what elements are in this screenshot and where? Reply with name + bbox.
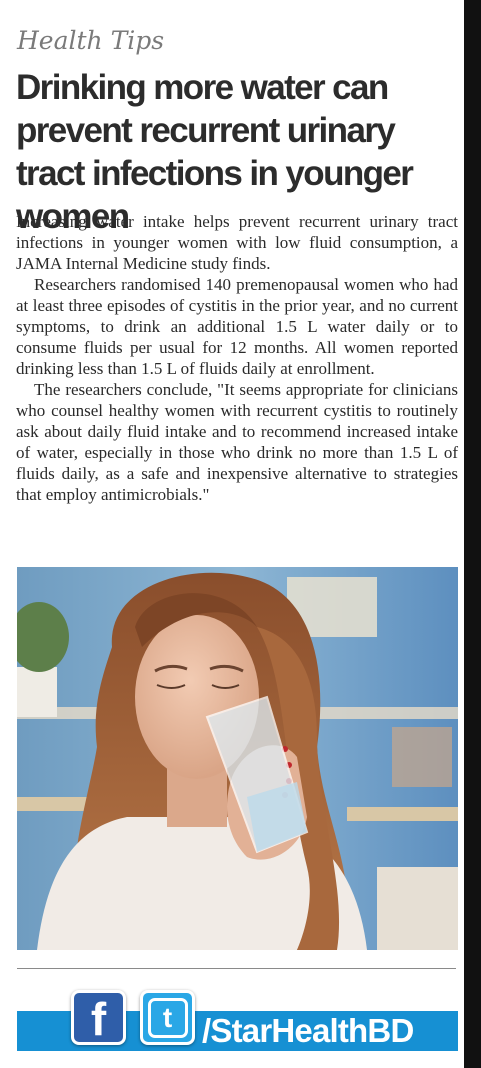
section-kicker: Health Tips xyxy=(17,26,165,55)
social-handle-link[interactable]: /StarHealthBD xyxy=(202,1011,414,1051)
footer-divider xyxy=(17,968,456,969)
twitter-icon[interactable]: t xyxy=(140,990,195,1045)
article-body: Increasing water intake helps prevent re… xyxy=(16,211,458,505)
page-edge-bar xyxy=(464,0,481,1068)
body-paragraph-3: The researchers conclude, "It seems appr… xyxy=(16,380,458,504)
body-paragraph-1: Increasing water intake helps prevent re… xyxy=(16,212,458,273)
facebook-icon[interactable]: f xyxy=(71,990,126,1045)
twitter-glyph: t xyxy=(147,997,188,1038)
body-paragraph-2: Researchers randomised 140 premenopausal… xyxy=(16,275,458,378)
article-photo xyxy=(17,567,458,950)
woman-drinking-water-image xyxy=(17,567,458,950)
facebook-glyph: f xyxy=(90,993,107,1045)
